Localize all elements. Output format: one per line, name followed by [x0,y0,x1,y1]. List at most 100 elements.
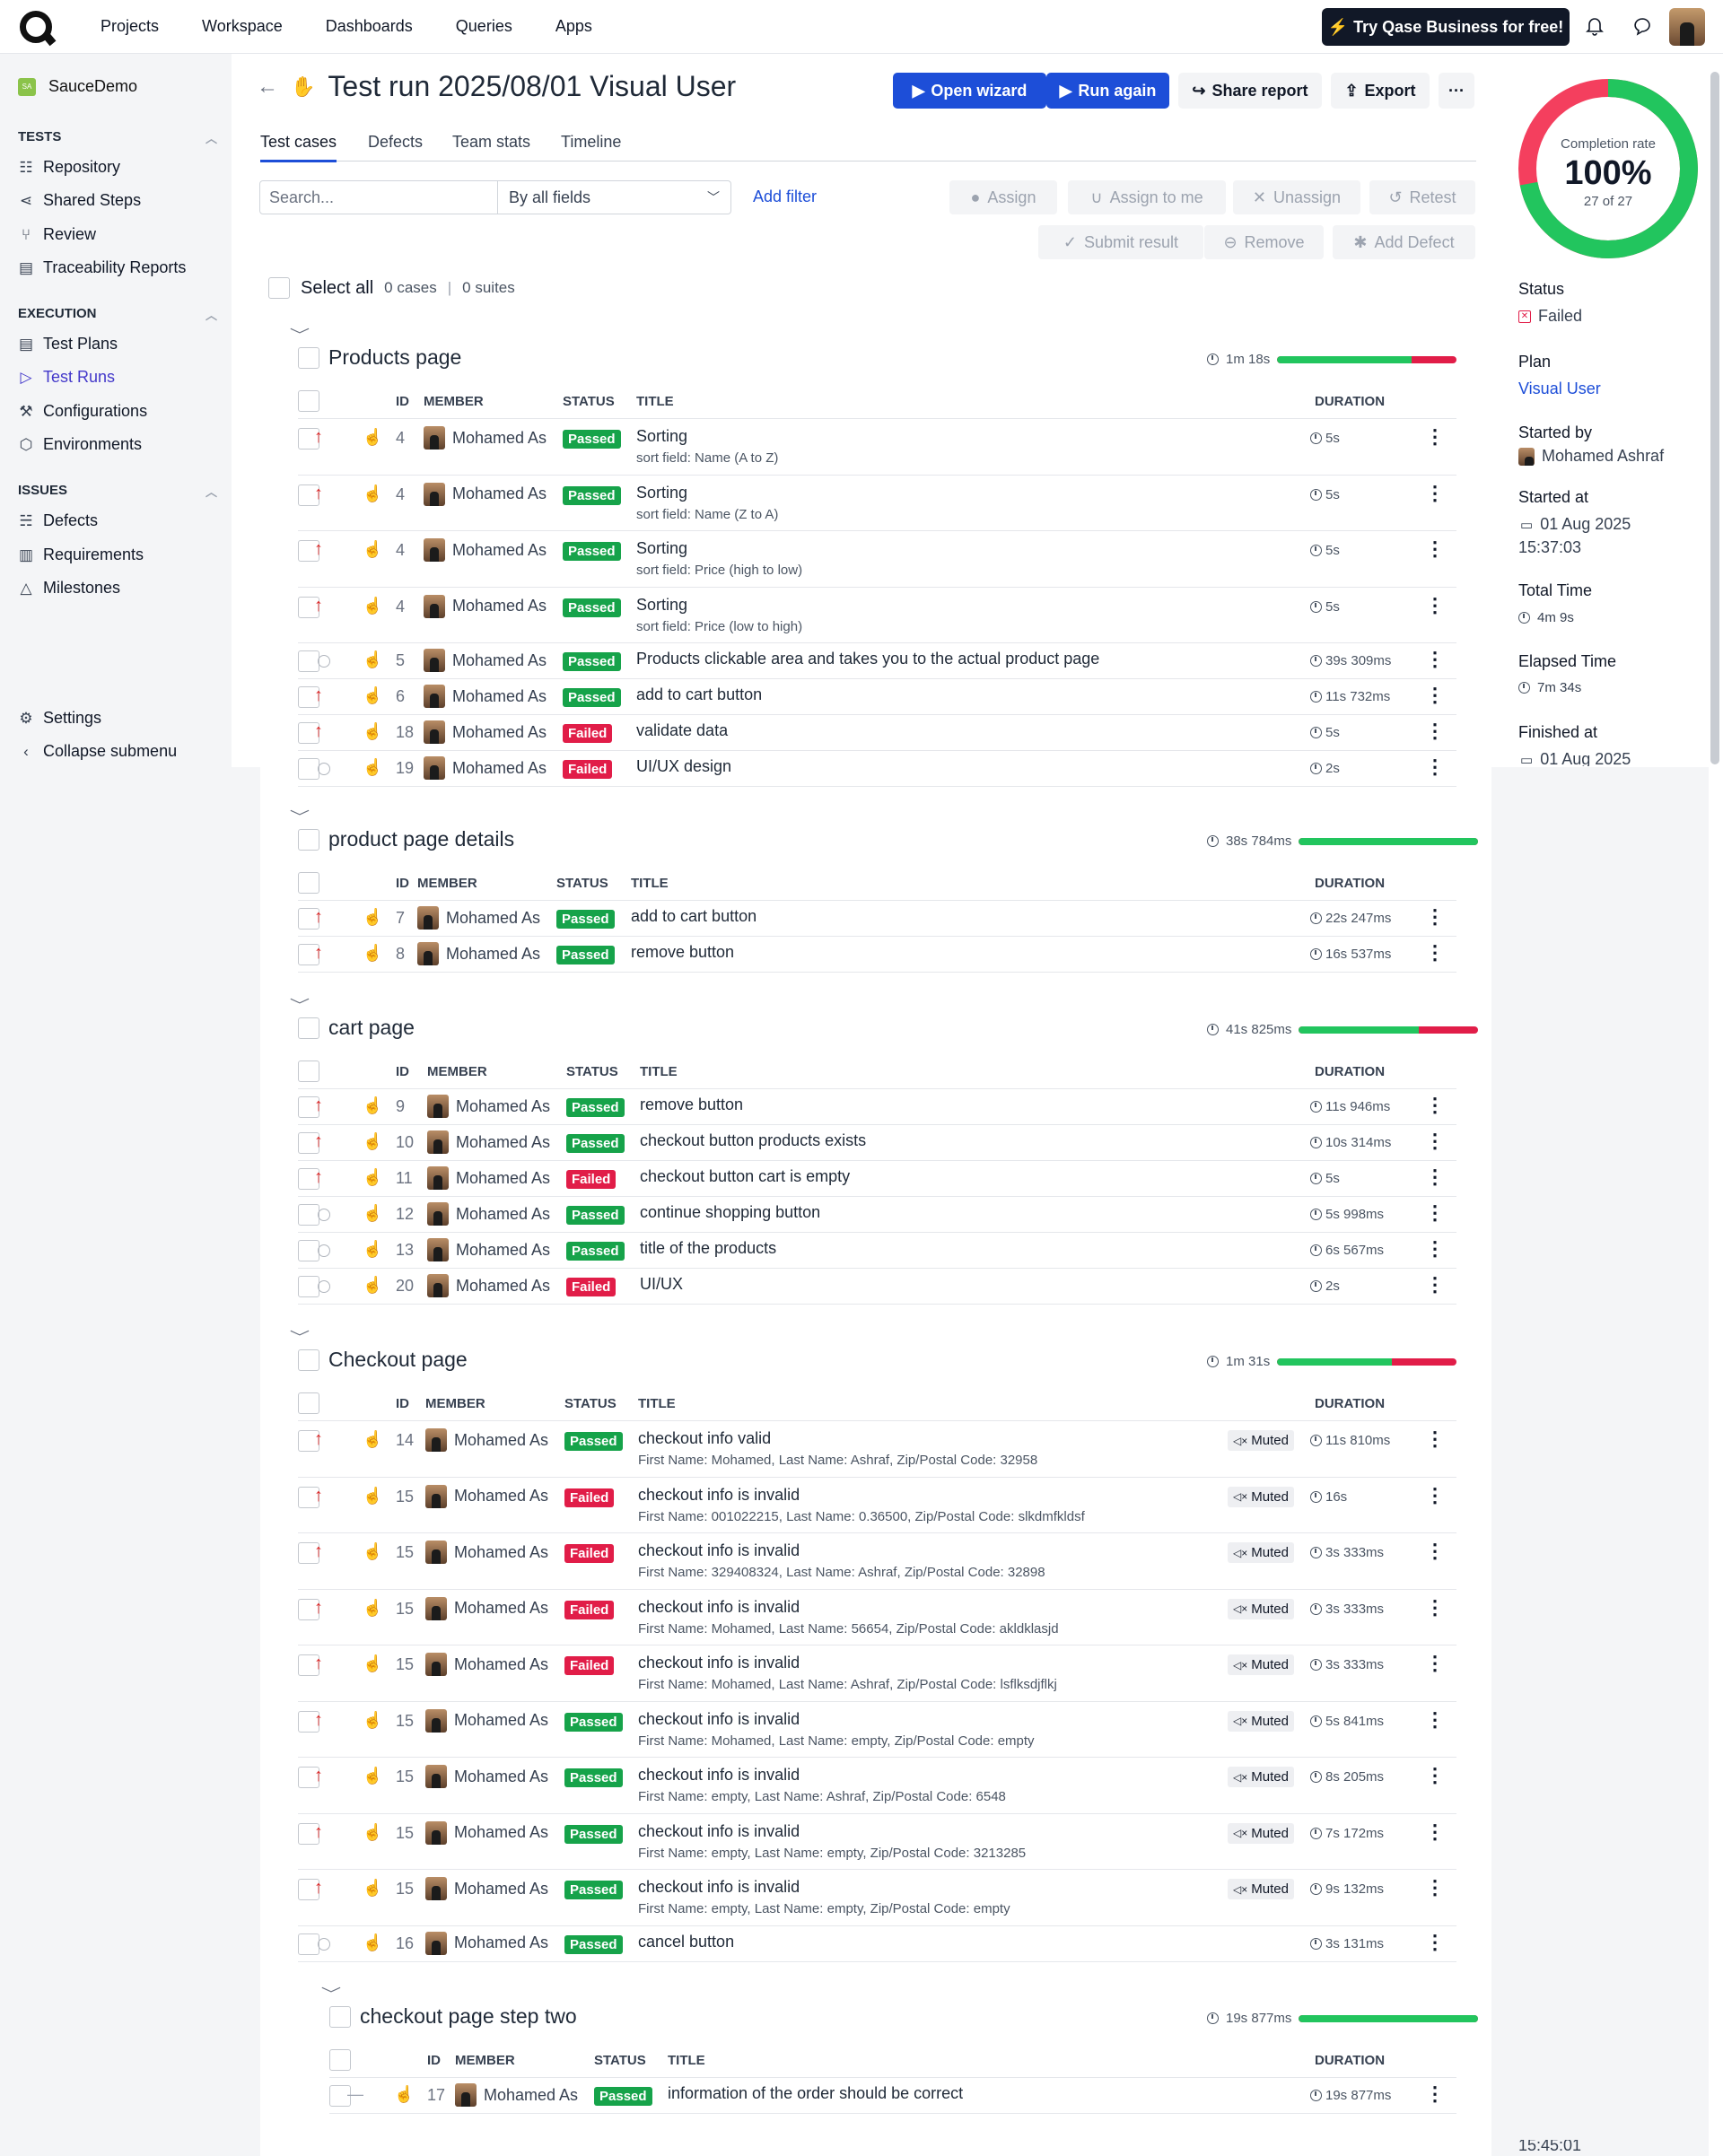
table-row[interactable]: ↑ ☝ 15 Mohamed As Passed checkout info is inv… [298,1702,1456,1758]
table-row[interactable]: ↑ ☝ 15 Mohamed As Failed checkout info is inv… [298,1645,1456,1702]
column-title[interactable]: TITLE [668,2053,705,2068]
back-arrow-icon[interactable]: ← [257,74,278,100]
add-filter-link[interactable]: Add filter [753,188,817,206]
header-checkbox[interactable] [298,1061,319,1082]
case-title[interactable]: remove button [631,943,734,962]
column-id[interactable]: ID [396,876,409,891]
row-menu-icon[interactable]: ⋮ [1425,1708,1445,1732]
header-checkbox[interactable] [329,2049,351,2071]
tab-test-cases[interactable]: Test cases [260,133,337,162]
retest-button[interactable]: ↺ Retest [1369,180,1475,214]
case-title[interactable]: validate data [636,721,728,740]
table-row[interactable]: ↑ ☝ 15 Mohamed As Failed checkout info is inv… [298,1590,1456,1645]
column-id[interactable]: ID [427,2053,441,2068]
table-row[interactable]: ↑ ☝ 4 Mohamed As Passed Sorting sort field: Pr… [298,588,1456,643]
bell-icon[interactable] [1584,16,1605,38]
row-menu-icon[interactable]: ⋮ [1425,1820,1445,1844]
scrollbar-thumb[interactable] [1710,72,1719,764]
table-row[interactable]: ↑ ☝ 15 Mohamed As Failed checkout info is inv… [298,1478,1456,1533]
row-menu-icon[interactable]: ⋮ [1425,2082,1445,2106]
sidebar-item-test-runs[interactable]: ▷ Test Runs [18,368,115,387]
row-menu-icon[interactable]: ⋮ [1425,482,1445,505]
user-avatar[interactable] [1669,8,1705,46]
row-menu-icon[interactable]: ⋮ [1425,1596,1445,1619]
case-title[interactable]: checkout info is invalid [638,1822,800,1841]
row-menu-icon[interactable]: ⋮ [1425,425,1445,449]
sidebar-item-test-plans[interactable]: ▤ Test Plans [18,335,118,354]
column-title[interactable]: TITLE [640,1064,678,1079]
export-button[interactable]: ⇪ Export [1331,73,1430,109]
column-title[interactable]: TITLE [631,876,669,891]
suite-checkbox[interactable] [298,828,319,851]
header-checkbox[interactable] [298,1392,319,1414]
table-row[interactable]: ↑ ☝ 10 Mohamed As Passed checkout button prod… [298,1125,1456,1161]
case-title[interactable]: checkout button products exists [640,1131,866,1150]
nav-apps[interactable]: Apps [538,17,617,36]
case-title[interactable]: checkout button cart is empty [640,1167,850,1186]
nav-dashboards[interactable]: Dashboards [308,17,438,36]
remove-button[interactable]: ⊖ Remove [1204,225,1324,259]
column-duration[interactable]: DURATION [1315,2053,1385,2068]
field-select[interactable]: By all fields ﹀ [498,180,731,214]
plan-link[interactable]: Visual User [1518,380,1601,398]
sidebar-item-settings[interactable]: ⚙ Settings [18,709,101,728]
sidebar-item-repository[interactable]: ☷ Repository [18,158,120,177]
section-issues[interactable]: ISSUES ︿ [18,483,217,499]
table-row[interactable]: ☝ 12 Mohamed As Passed continue shopping but… [298,1197,1456,1233]
case-title[interactable]: UI/UX [640,1275,683,1294]
column-status[interactable]: STATUS [566,1064,618,1079]
row-checkbox[interactable] [298,1933,319,1955]
unassign-button[interactable]: ✕ Unassign [1233,180,1360,214]
table-row[interactable]: ☝ 5 Mohamed As Passed Products clickable are… [298,643,1456,679]
row-menu-icon[interactable]: ⋮ [1425,1652,1445,1675]
sidebar-item-traceability[interactable]: ▤ Traceability Reports [18,258,186,277]
column-status[interactable]: STATUS [564,1396,617,1411]
suite-checkbox[interactable] [298,1017,319,1039]
sidebar-item-shared-steps[interactable]: ⋖ Shared Steps [18,191,141,210]
run-again-button[interactable]: ▶ Run again [1046,73,1169,109]
column-duration[interactable]: DURATION [1315,1064,1385,1079]
column-duration[interactable]: DURATION [1315,876,1385,891]
section-execution[interactable]: EXECUTION ︿ [18,306,217,322]
column-id[interactable]: ID [396,1396,409,1411]
table-row[interactable]: ↑ ☝ 14 Mohamed As Passed checkout info valid F… [298,1421,1456,1478]
table-row[interactable]: ☝ 20 Mohamed As Failed UI/UX 2s ⋮ [298,1269,1456,1305]
row-checkbox[interactable] [298,1276,319,1297]
nav-projects[interactable]: Projects [83,17,184,36]
table-row[interactable]: ↑ ☝ 15 Mohamed As Passed checkout info is inv… [298,1758,1456,1814]
suite-checkbox[interactable] [298,1349,319,1371]
row-menu-icon[interactable]: ⋮ [1425,1427,1445,1451]
sidebar-item-milestones[interactable]: △ Milestones [18,579,120,598]
table-row[interactable]: ☝ 13 Mohamed As Passed title of the products… [298,1233,1456,1269]
case-title[interactable]: add to cart button [631,907,757,926]
try-business-button[interactable]: ⚡ Try Qase Business for free! [1322,8,1570,46]
table-row[interactable]: ↑ ☝ 4 Mohamed As Passed Sorting sort field: Pr… [298,531,1456,588]
row-menu-icon[interactable]: ⋮ [1425,720,1445,743]
case-title[interactable]: checkout info is invalid [638,1654,800,1672]
table-row[interactable]: ↑ ☝ 15 Mohamed As Passed checkout info is inv… [298,1814,1456,1870]
chat-icon[interactable] [1631,16,1653,38]
column-duration[interactable]: DURATION [1315,1396,1385,1411]
select-all-checkbox[interactable] [268,277,290,299]
qase-logo[interactable] [20,10,52,43]
table-row[interactable]: ↑ ☝ 18 Mohamed As Failed validate data 5s ⋮ [298,715,1456,751]
tab-team-stats[interactable]: Team stats [452,133,530,152]
row-menu-icon[interactable]: ⋮ [1425,1201,1445,1225]
add-defect-button[interactable]: ✱ Add Defect [1333,225,1475,259]
assign-button[interactable]: ● Assign [949,180,1057,214]
select-all[interactable]: Select all 0 cases | 0 suites [268,277,515,299]
row-checkbox[interactable] [298,758,319,780]
row-menu-icon[interactable]: ⋮ [1425,755,1445,779]
table-row[interactable]: — ☝ 17 Mohamed As Passed information of the o… [329,2078,1456,2114]
case-title[interactable]: checkout info is invalid [638,1598,800,1617]
case-title[interactable]: title of the products [640,1239,776,1258]
table-row[interactable]: ☝ 16 Mohamed As Passed cancel button 3s 131ms… [298,1926,1456,1962]
row-checkbox[interactable] [298,1204,319,1226]
case-title[interactable]: information of the order should be corre… [668,2084,963,2103]
case-title[interactable]: Sorting [636,539,687,558]
row-menu-icon[interactable]: ⋮ [1425,648,1445,671]
column-status[interactable]: STATUS [563,394,615,409]
case-title[interactable]: checkout info is invalid [638,1710,800,1729]
open-wizard-button[interactable]: ▶ Open wizard [893,73,1046,109]
row-menu-icon[interactable]: ⋮ [1425,1931,1445,1954]
